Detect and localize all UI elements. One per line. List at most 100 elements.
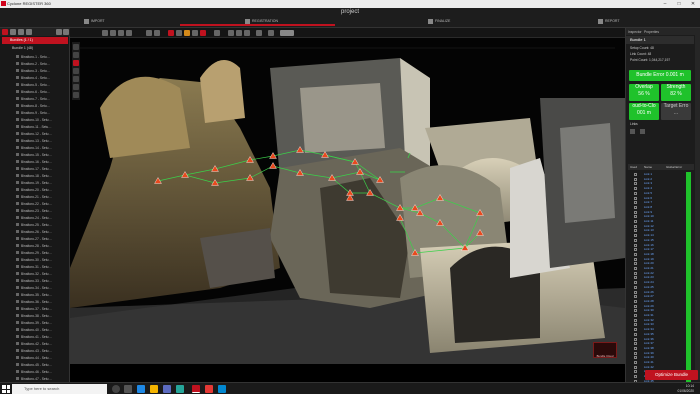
link-used-checkbox[interactable] (634, 328, 637, 332)
overlap-tile[interactable]: Overlap 56 % (629, 84, 659, 101)
explorer-icon[interactable] (150, 385, 158, 393)
scan-visibility-checkbox[interactable] (16, 153, 19, 156)
scan-visibility-checkbox[interactable] (16, 314, 19, 317)
camera-icon[interactable] (102, 30, 108, 36)
scan-list-item[interactable]: Binaltoro-26 - Setu… (16, 229, 68, 236)
tab-properties[interactable]: Properties (644, 30, 659, 34)
target-icon[interactable] (26, 29, 32, 35)
unjoin-icon[interactable] (200, 30, 206, 36)
scan-visibility-checkbox[interactable] (16, 83, 19, 86)
layers-icon[interactable] (10, 29, 16, 35)
scan-list-item[interactable]: Binaltoro-1 - Setu… (16, 54, 68, 61)
cloud-to-cloud-icon[interactable] (168, 30, 174, 36)
scan-list-item[interactable]: Binaltoro-34 - Setu… (16, 285, 68, 292)
scan-visibility-checkbox[interactable] (16, 160, 19, 163)
windows-start-icon[interactable] (2, 385, 10, 393)
scan-visibility-checkbox[interactable] (16, 195, 19, 198)
view-top-icon[interactable] (228, 30, 234, 36)
step-finalize[interactable]: FINALIZE (428, 17, 450, 26)
scan-visibility-checkbox[interactable] (16, 370, 19, 373)
scan-visibility-checkbox[interactable] (16, 237, 19, 240)
scan-list-item[interactable]: Binaltoro-38 - Setu… (16, 313, 68, 320)
grid-icon[interactable] (56, 29, 62, 35)
scan-list-item[interactable]: Binaltoro-4 - Setu… (16, 75, 68, 82)
scan-visibility-checkbox[interactable] (16, 181, 19, 184)
scan-visibility-checkbox[interactable] (16, 328, 19, 331)
join-icon[interactable] (192, 30, 198, 36)
cyclone-register-taskbar-icon[interactable] (192, 385, 200, 393)
cloud-to-cloud-tile[interactable]: oud-to-Clo 001 m (629, 103, 659, 120)
clip-icon[interactable] (73, 92, 79, 98)
link-used-checkbox[interactable] (634, 191, 637, 195)
camera-settings-icon[interactable] (268, 30, 274, 36)
link-used-checkbox[interactable] (634, 304, 637, 308)
scan-visibility-checkbox[interactable] (16, 307, 19, 310)
system-clock[interactable]: 10:14 01/06/2020 (677, 384, 694, 394)
measure-icon[interactable] (214, 30, 220, 36)
scan-visibility-checkbox[interactable] (16, 293, 19, 296)
scan-list-item[interactable]: Binaltoro-23 - Setu… (16, 208, 68, 215)
link-used-checkbox[interactable] (634, 271, 637, 275)
scan-visibility-checkbox[interactable] (16, 76, 19, 79)
col-used[interactable]: Used (630, 165, 637, 169)
link-used-checkbox[interactable] (634, 375, 637, 379)
zoom-icon[interactable] (73, 52, 79, 58)
home-view-icon[interactable] (73, 44, 79, 50)
col-name[interactable]: Name (644, 165, 652, 169)
scan-list-item[interactable]: Binaltoro-40 - Setu… (16, 327, 68, 334)
list-icon[interactable] (63, 29, 69, 35)
link-used-checkbox[interactable] (634, 332, 637, 336)
scan-visibility-checkbox[interactable] (16, 216, 19, 219)
scan-list-item[interactable]: Binaltoro-33 - Setu… (16, 278, 68, 285)
scan-list-item[interactable]: Binaltoro-27 - Setu… (16, 236, 68, 243)
pan-icon[interactable] (73, 68, 79, 74)
link-add-icon[interactable] (630, 129, 635, 134)
pen-icon[interactable] (146, 30, 152, 36)
select-icon[interactable] (73, 84, 79, 90)
scan-visibility-checkbox[interactable] (16, 111, 19, 114)
scan-list-item[interactable]: Binaltoro-17 - Setu… (16, 166, 68, 173)
scan-visibility-checkbox[interactable] (16, 258, 19, 261)
link-used-checkbox[interactable] (634, 252, 637, 256)
scan-list-item[interactable]: Binaltoro-2 - Setu… (16, 61, 68, 68)
link-used-checkbox[interactable] (634, 276, 637, 280)
target-error-tile[interactable]: Target Erro ... (661, 103, 691, 120)
link-used-checkbox[interactable] (634, 196, 637, 200)
scan-list-item[interactable]: Binaltoro-12 - Setu… (16, 131, 68, 138)
maximize-button[interactable]: □ (672, 0, 686, 8)
scan-list-item[interactable]: Binaltoro-6 - Setu… (16, 89, 68, 96)
gear-icon[interactable] (18, 29, 24, 35)
task-view-icon[interactable] (124, 385, 132, 393)
scan-visibility-checkbox[interactable] (16, 377, 19, 380)
scan-list-item[interactable]: Binaltoro-30 - Setu… (16, 257, 68, 264)
scan-visibility-checkbox[interactable] (16, 62, 19, 65)
scan-list-item[interactable]: Binaltoro-35 - Setu… (16, 292, 68, 299)
scan-visibility-checkbox[interactable] (16, 125, 19, 128)
scan-visibility-checkbox[interactable] (16, 321, 19, 324)
link-used-checkbox[interactable] (634, 346, 637, 350)
media-icon[interactable] (205, 385, 213, 393)
link-used-checkbox[interactable] (634, 267, 637, 270)
scan-visibility-checkbox[interactable] (16, 209, 19, 212)
link-used-checkbox[interactable] (634, 187, 637, 191)
link-used-checkbox[interactable] (634, 238, 637, 242)
scan-visibility-checkbox[interactable] (16, 188, 19, 191)
link-used-checkbox[interactable] (634, 220, 637, 223)
cortana-icon[interactable] (112, 385, 120, 393)
copy-icon[interactable] (118, 30, 124, 36)
scan-visibility-checkbox[interactable] (16, 251, 19, 254)
tree-root-item[interactable]: Bundles (1 / 1) (2, 37, 68, 44)
walk-icon[interactable] (73, 76, 79, 82)
scan-list-item[interactable]: Binaltoro-16 - Setu… (16, 159, 68, 166)
link-icon[interactable] (154, 30, 160, 36)
link-used-checkbox[interactable] (634, 224, 637, 228)
link-used-checkbox[interactable] (634, 262, 637, 266)
scan-visibility-checkbox[interactable] (16, 279, 19, 282)
link-used-checkbox[interactable] (634, 309, 637, 313)
link-used-checkbox[interactable] (634, 173, 637, 176)
scan-visibility-checkbox[interactable] (16, 146, 19, 149)
step-report[interactable]: REPORT (598, 17, 620, 26)
scan-visibility-checkbox[interactable] (16, 363, 19, 366)
tab-inspector[interactable]: Inspector (628, 30, 642, 34)
step-import[interactable]: IMPORT (84, 17, 105, 26)
